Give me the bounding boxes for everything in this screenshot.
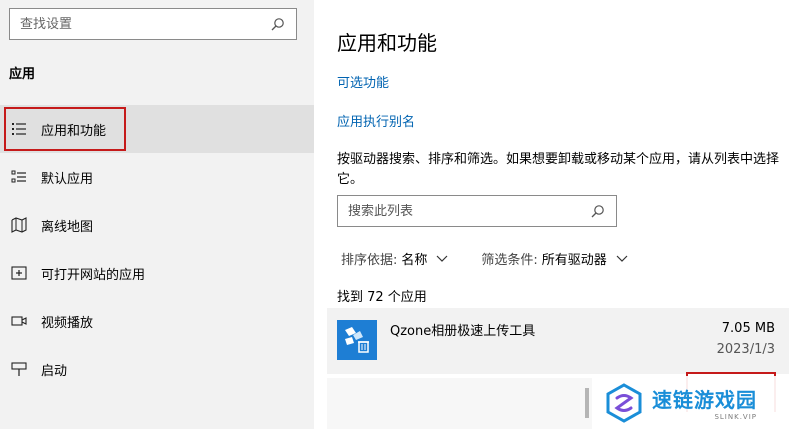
sidebar-item-startup[interactable]: 启动 bbox=[0, 345, 314, 393]
startup-icon bbox=[9, 359, 29, 379]
settings-search-box[interactable] bbox=[9, 8, 297, 40]
sort-dropdown[interactable]: 排序依据: 名称 bbox=[341, 249, 449, 268]
apps-features-icon bbox=[9, 119, 29, 139]
page-title: 应用和功能 bbox=[337, 31, 437, 55]
apps-for-websites-icon bbox=[9, 263, 29, 283]
drive-filter-dropdown[interactable]: 筛选条件: 所有驱动器 bbox=[481, 249, 628, 268]
scroll-grip[interactable] bbox=[585, 388, 589, 418]
sidebar-item-default-apps[interactable]: 默认应用 bbox=[0, 153, 314, 201]
optional-features-link[interactable]: 可选功能 bbox=[337, 72, 389, 91]
sidebar-item-label: 启动 bbox=[41, 363, 68, 379]
sidebar: 应用 应用和功能 默认应用 离线地图 可打开网站的应用 bbox=[0, 0, 314, 429]
settings-search-input[interactable] bbox=[20, 16, 270, 32]
sidebar-item-label: 视频播放 bbox=[41, 315, 94, 331]
sidebar-item-label: 应用和功能 bbox=[41, 123, 107, 139]
chevron-down-icon bbox=[615, 252, 629, 266]
sort-label: 排序依据: bbox=[341, 253, 398, 268]
sidebar-item-label: 默认应用 bbox=[41, 171, 94, 187]
sidebar-item-apps-for-websites[interactable]: 可打开网站的应用 bbox=[0, 249, 314, 297]
filter-value: 所有驱动器 bbox=[541, 253, 607, 268]
sidebar-item-label: 可打开网站的应用 bbox=[41, 267, 146, 283]
main-content: 应用和功能 可选功能 应用执行别名 按驱动器搜索、排序和筛选。如果想要卸载或移动… bbox=[314, 0, 789, 429]
sort-value: 名称 bbox=[401, 253, 428, 268]
search-icon[interactable] bbox=[270, 16, 286, 32]
qzone-uploader-app-icon bbox=[337, 320, 377, 360]
sidebar-nav: 应用和功能 默认应用 离线地图 可打开网站的应用 视频播放 启动 bbox=[0, 105, 314, 393]
app-size: 7.05 MB bbox=[721, 321, 775, 336]
section-title: 应用 bbox=[9, 67, 36, 82]
video-playback-icon bbox=[9, 311, 29, 331]
app-list-item[interactable]: Qzone相册极速上传工具 7.05 MB 2023/1/3 bbox=[327, 308, 789, 374]
watermark: 速链游戏园 SLINK.VIP bbox=[592, 376, 789, 429]
sidebar-item-apps-features[interactable]: 应用和功能 bbox=[0, 105, 314, 153]
sidebar-item-label: 离线地图 bbox=[41, 219, 94, 235]
app-name: Qzone相册极速上传工具 bbox=[390, 324, 536, 339]
sidebar-item-offline-maps[interactable]: 离线地图 bbox=[0, 201, 314, 249]
app-date: 2023/1/3 bbox=[716, 342, 775, 357]
app-count: 找到 72 个应用 bbox=[337, 290, 427, 305]
offline-maps-icon bbox=[9, 215, 29, 235]
filter-label: 筛选条件: bbox=[481, 253, 538, 268]
chevron-down-icon bbox=[435, 252, 449, 266]
search-icon[interactable] bbox=[590, 203, 606, 219]
watermark-text: 速链游戏园 bbox=[652, 388, 757, 412]
watermark-subtext: SLINK.VIP bbox=[714, 413, 757, 421]
default-apps-icon bbox=[9, 167, 29, 187]
watermark-logo-icon bbox=[606, 382, 642, 423]
app-list-search-input[interactable] bbox=[348, 203, 590, 219]
filter-bar: 排序依据: 名称 筛选条件: 所有驱动器 bbox=[341, 249, 629, 268]
app-execution-aliases-link[interactable]: 应用执行别名 bbox=[337, 111, 415, 130]
sidebar-item-video-playback[interactable]: 视频播放 bbox=[0, 297, 314, 345]
app-list-search-box[interactable] bbox=[337, 195, 617, 227]
description-text: 按驱动器搜索、排序和筛选。如果想要卸载或移动某个应用，请从列表中选择它。 bbox=[337, 152, 780, 187]
